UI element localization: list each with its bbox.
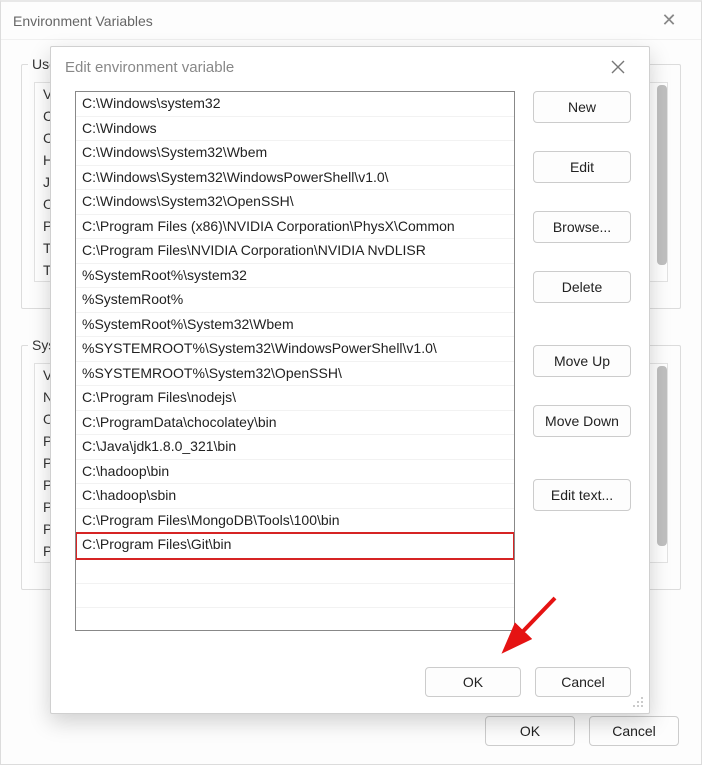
scrollbar-thumb[interactable] — [657, 366, 667, 546]
path-entry[interactable]: C:\Windows — [76, 117, 514, 142]
resize-grip-icon[interactable] — [631, 695, 645, 709]
path-entry[interactable]: C:\Program Files\NVIDIA Corporation\NVID… — [76, 239, 514, 264]
bg-titlebar: Environment Variables ✕ — [1, 2, 701, 40]
path-entry-empty[interactable] — [76, 608, 514, 631]
path-entry[interactable]: C:\Program Files\Git\bin — [75, 532, 515, 560]
browse-button[interactable]: Browse... — [533, 211, 631, 243]
path-entry[interactable]: C:\Program Files (x86)\NVIDIA Corporatio… — [76, 215, 514, 240]
path-listbox[interactable]: C:\Windows\system32C:\WindowsC:\Windows\… — [75, 91, 515, 631]
cancel-button[interactable]: Cancel — [535, 667, 631, 697]
path-entry[interactable]: C:\Program Files\nodejs\ — [76, 386, 514, 411]
path-entry-empty[interactable] — [76, 584, 514, 609]
edit-button[interactable]: Edit — [533, 151, 631, 183]
edit-text-button[interactable]: Edit text... — [533, 479, 631, 511]
path-entry[interactable]: C:\hadoop\sbin — [76, 484, 514, 509]
close-icon[interactable]: ✕ — [649, 10, 689, 31]
path-entry[interactable]: C:\Windows\System32\WindowsPowerShell\v1… — [76, 166, 514, 191]
move-up-button[interactable]: Move Up — [533, 345, 631, 377]
delete-button[interactable]: Delete — [533, 271, 631, 303]
bg-dialog-footer: OK Cancel — [485, 716, 679, 746]
scrollbar-thumb[interactable] — [657, 85, 667, 265]
path-entry[interactable]: %SystemRoot%\System32\Wbem — [76, 313, 514, 338]
bg-ok-button[interactable]: OK — [485, 716, 575, 746]
edit-dialog-footer: OK Cancel — [425, 667, 631, 697]
edit-dialog-title: Edit environment variable — [65, 59, 234, 76]
edit-titlebar: Edit environment variable — [51, 47, 649, 87]
edit-environment-variable-dialog: Edit environment variable C:\Windows\sys… — [50, 46, 650, 714]
close-icon[interactable] — [601, 50, 635, 84]
path-entry[interactable]: C:\hadoop\bin — [76, 460, 514, 485]
path-entry[interactable]: C:\Windows\system32 — [76, 92, 514, 117]
path-entry[interactable]: %SYSTEMROOT%\System32\WindowsPowerShell\… — [76, 337, 514, 362]
bg-cancel-button[interactable]: Cancel — [589, 716, 679, 746]
new-button[interactable]: New — [533, 91, 631, 123]
ok-button[interactable]: OK — [425, 667, 521, 697]
path-entry[interactable]: C:\Windows\System32\Wbem — [76, 141, 514, 166]
move-down-button[interactable]: Move Down — [533, 405, 631, 437]
path-entry[interactable]: %SystemRoot% — [76, 288, 514, 313]
path-entry[interactable]: C:\Java\jdk1.8.0_321\bin — [76, 435, 514, 460]
path-entry[interactable]: %SystemRoot%\system32 — [76, 264, 514, 289]
side-button-column: New Edit Browse... Delete Move Up Move D… — [533, 91, 631, 631]
path-entry[interactable]: C:\ProgramData\chocolatey\bin — [76, 411, 514, 436]
path-entry[interactable]: C:\Windows\System32\OpenSSH\ — [76, 190, 514, 215]
bg-title: Environment Variables — [13, 13, 153, 29]
path-entry-empty[interactable] — [76, 559, 514, 584]
path-entry[interactable]: %SYSTEMROOT%\System32\OpenSSH\ — [76, 362, 514, 387]
path-entry[interactable]: C:\Program Files\MongoDB\Tools\100\bin — [76, 509, 514, 534]
